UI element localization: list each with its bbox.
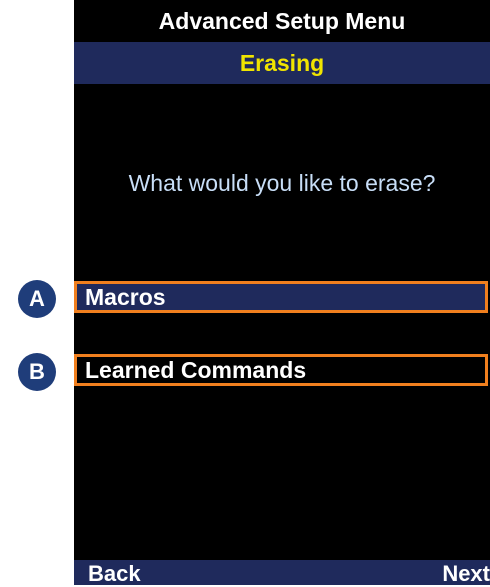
- device-screen: Advanced Setup Menu Erasing What would y…: [74, 0, 490, 586]
- back-softkey[interactable]: Back: [88, 560, 141, 586]
- callout-badge-b: B: [18, 353, 56, 391]
- option-macros-label: Macros: [85, 283, 166, 310]
- menu-title: Advanced Setup Menu: [74, 0, 490, 42]
- option-learned-commands[interactable]: Learned Commands: [74, 354, 488, 386]
- menu-subtitle: Erasing: [74, 42, 490, 84]
- option-learned-commands-label: Learned Commands: [85, 356, 307, 383]
- option-macros[interactable]: Macros: [74, 281, 488, 313]
- callout-badge-a: A: [18, 280, 56, 318]
- next-softkey[interactable]: Next: [442, 560, 490, 586]
- erase-prompt: What would you like to erase?: [128, 170, 436, 196]
